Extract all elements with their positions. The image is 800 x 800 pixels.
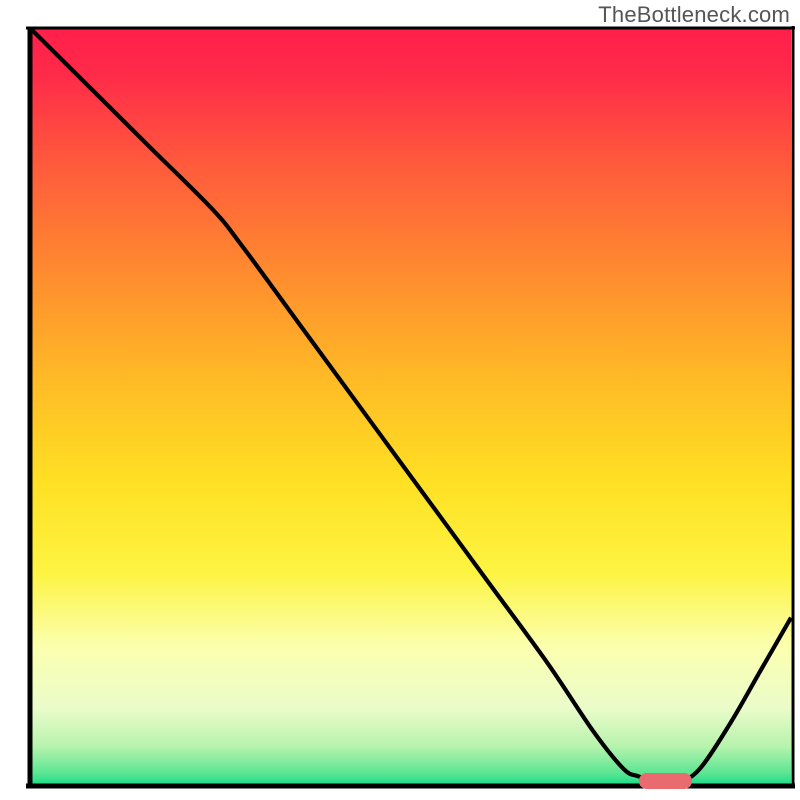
optimal-marker (639, 773, 692, 789)
watermark-text: TheBottleneck.com (598, 2, 790, 28)
chart-container: TheBottleneck.com (0, 0, 800, 800)
chart-svg (0, 0, 800, 800)
